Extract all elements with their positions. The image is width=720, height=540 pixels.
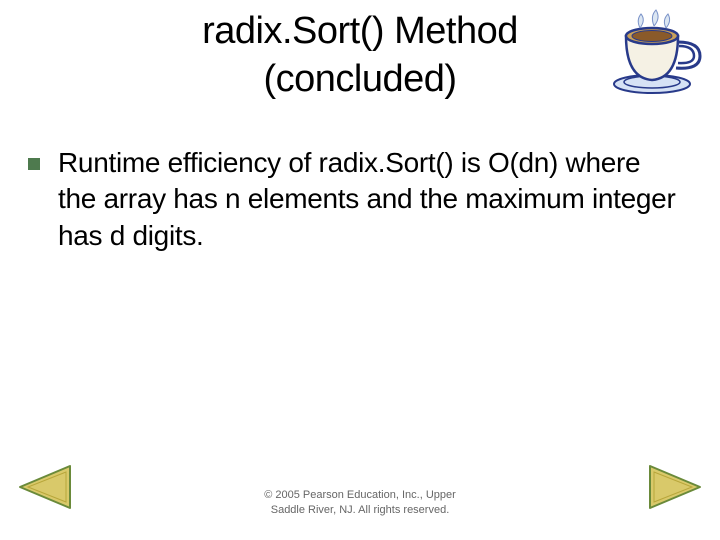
copyright-notice: © 2005 Pearson Education, Inc., Upper Sa… (0, 488, 720, 518)
title-line-2: (concluded) (263, 58, 456, 100)
bullet-item: Runtime efficiency of radix.Sort() is O(… (0, 103, 720, 254)
title-line-1: radix.Sort() Method (202, 10, 518, 52)
copyright-line-1: © 2005 Pearson Education, Inc., Upper (264, 489, 456, 501)
copyright-line-2: Saddle River, NJ. All rights reserved. (271, 504, 450, 516)
bullet-text: Runtime efficiency of radix.Sort() is O(… (58, 145, 680, 254)
bullet-square-icon (28, 158, 40, 170)
coffee-cup-icon (606, 8, 706, 98)
